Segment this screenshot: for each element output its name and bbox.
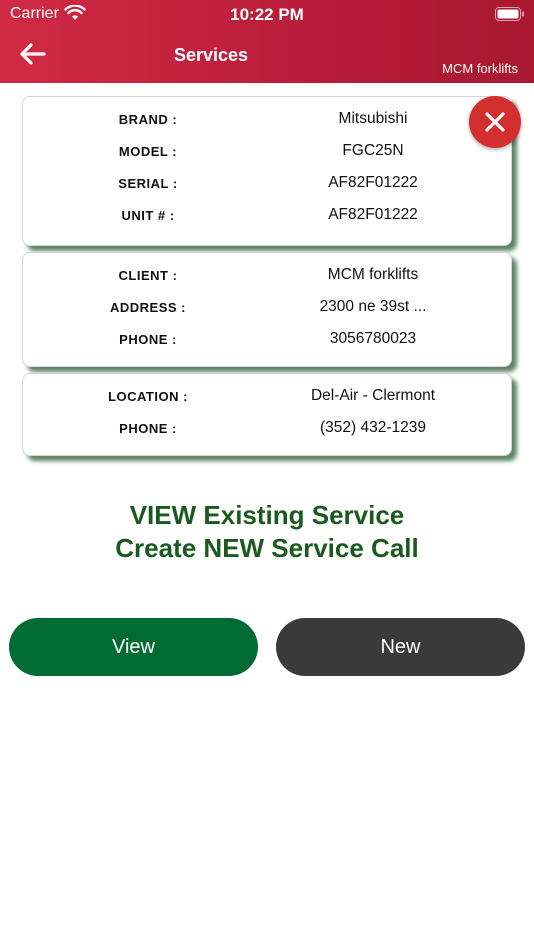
prompt-line-new: Create NEW Service Call: [115, 533, 419, 563]
location-phone-value[interactable]: (352) 432-1239: [273, 419, 473, 437]
status-bar: Carrier 10:22 PM: [0, 0, 534, 28]
new-button[interactable]: New: [276, 618, 525, 676]
location-phone-row: PHONE : (352) 432-1239: [23, 419, 511, 439]
close-button[interactable]: [469, 96, 521, 148]
wifi-icon: [64, 5, 86, 20]
serial-row: SERIAL : AF82F01222: [23, 174, 511, 194]
address-row: ADDRESS : 2300 ne 39st ...: [23, 298, 511, 318]
unit-row: UNIT # : AF82F01222: [23, 206, 511, 226]
company-name: MCM forklifts: [442, 61, 518, 76]
model-value: FGC25N: [342, 142, 404, 159]
location-row: LOCATION : Del-Air - Clermont: [23, 387, 511, 407]
battery-icon: [495, 7, 524, 21]
brand-value: Mitsubishi: [338, 110, 408, 127]
address-value: 2300 ne 39st ...: [319, 298, 427, 315]
client-phone-label: PHONE :: [119, 332, 177, 347]
serial-label: SERIAL :: [118, 176, 178, 191]
client-row: CLIENT : MCM forklifts: [23, 266, 511, 286]
unit-label: UNIT # :: [121, 208, 175, 223]
location-value: Del-Air - Clermont: [310, 387, 435, 404]
location-phone-label: PHONE :: [119, 421, 177, 436]
client-phone-row: PHONE : 3056780023: [23, 330, 511, 350]
equipment-card: BRAND : Mitsubishi MODEL : FGC25N SERIAL…: [22, 96, 512, 246]
close-icon: [485, 112, 505, 132]
carrier-label: Carrier: [10, 5, 59, 22]
model-row: MODEL : FGC25N: [23, 142, 511, 162]
view-button[interactable]: View: [9, 618, 258, 676]
model-label: MODEL :: [118, 144, 178, 159]
address-label: ADDRESS :: [109, 300, 186, 315]
serial-value: AF82F01222: [328, 174, 418, 191]
client-phone-value[interactable]: 3056780023: [273, 330, 473, 348]
brand-label: BRAND :: [118, 112, 178, 127]
client-label: CLIENT :: [118, 268, 178, 283]
brand-row: BRAND : Mitsubishi: [23, 110, 511, 130]
app-header: Carrier 10:22 PM Services MCM forklifts: [0, 0, 534, 83]
prompt-line-view: VIEW Existing Service: [129, 500, 405, 530]
location-card: LOCATION : Del-Air - Clermont PHONE : (3…: [22, 373, 512, 456]
unit-value: AF82F01222: [328, 206, 418, 223]
page-title: Services: [173, 45, 249, 65]
location-label: LOCATION :: [108, 389, 188, 404]
client-value: MCM forklifts: [327, 266, 419, 283]
client-card: CLIENT : MCM forklifts ADDRESS : 2300 ne…: [22, 252, 512, 367]
